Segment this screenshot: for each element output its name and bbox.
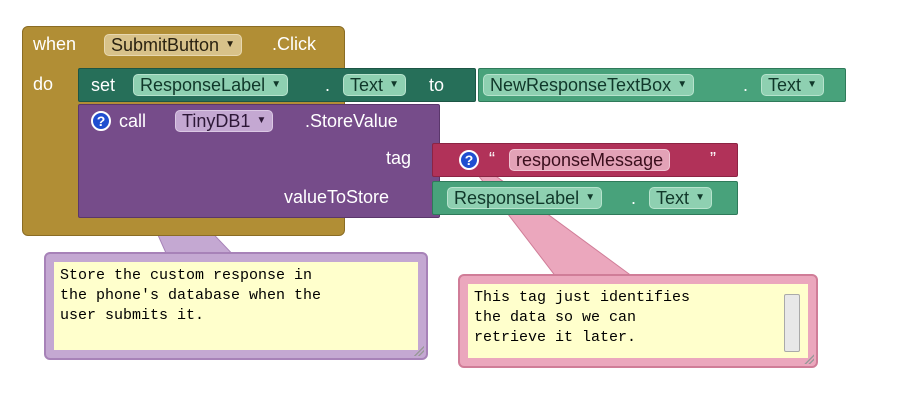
set-property-label: Text — [350, 75, 384, 95]
event-component-dropdown[interactable]: SubmitButton ▼ — [104, 34, 243, 56]
set-component-dropdown[interactable]: ResponseLabel ▼ — [133, 74, 289, 96]
text-block-responsemessage[interactable]: ? “ responseMessage ” — [432, 143, 738, 177]
dropdown-arrow-icon: ▼ — [585, 192, 596, 203]
text-value-label: responseMessage — [516, 150, 664, 170]
call-component-label: TinyDB1 — [182, 111, 251, 131]
param-valuetostore-label: valueToStore — [284, 187, 390, 207]
help-icon[interactable]: ? — [91, 111, 111, 131]
keyword-to: to — [429, 75, 445, 95]
getter1-component-label: NewResponseTextBox — [490, 75, 672, 95]
dropdown-arrow-icon: ▼ — [695, 192, 706, 203]
call-comment-text[interactable]: Store the custom response in the phone's… — [54, 262, 418, 350]
dropdown-arrow-icon: ▼ — [677, 79, 688, 90]
getter1-property-dropdown[interactable]: Text ▼ — [761, 74, 825, 96]
getter2-component-dropdown[interactable]: ResponseLabel ▼ — [447, 187, 603, 209]
dropdown-arrow-icon: ▼ — [271, 79, 282, 90]
set-component-label: ResponseLabel — [140, 75, 266, 95]
getter1-property-label: Text — [768, 75, 802, 95]
keyword-when: when — [33, 34, 77, 54]
getter2-property-dropdown[interactable]: Text ▼ — [649, 187, 713, 209]
set-dot: . — [325, 75, 331, 95]
call-tinydb1-storevalue-block[interactable]: ? call TinyDB1 ▼ .StoreValue tag valueTo… — [78, 104, 440, 218]
tag-comment-connector — [467, 159, 642, 283]
text-value-field[interactable]: responseMessage — [509, 149, 671, 171]
set-responselabel-text-block[interactable]: set ResponseLabel ▼ . Text ▼ to — [78, 68, 476, 102]
getter-responselabel-text[interactable]: ResponseLabel ▼ . Text ▼ — [432, 181, 738, 215]
tag-comment-bubble[interactable]: This tag just identifies the data so we … — [458, 274, 818, 368]
dropdown-arrow-icon: ▼ — [807, 79, 818, 90]
getter1-dot: . — [743, 75, 749, 95]
close-quote: ” — [710, 149, 716, 169]
dropdown-arrow-icon: ▼ — [389, 79, 400, 90]
getter-newresponsetextbox-text[interactable]: NewResponseTextBox ▼ . Text ▼ — [478, 68, 846, 102]
keyword-call: call — [119, 111, 147, 131]
set-property-dropdown[interactable]: Text ▼ — [343, 74, 407, 96]
dropdown-arrow-icon: ▼ — [256, 115, 267, 126]
getter2-dot: . — [631, 188, 637, 208]
dropdown-arrow-icon: ▼ — [225, 39, 236, 50]
comment-scrollbar[interactable] — [784, 294, 800, 352]
keyword-set: set — [91, 75, 116, 95]
call-comment-bubble[interactable]: Store the custom response in the phone's… — [44, 252, 428, 360]
event-component-label: SubmitButton — [111, 35, 220, 55]
resize-grip-icon[interactable] — [804, 354, 814, 364]
call-method-name: .StoreValue — [305, 111, 398, 131]
event-name: .Click — [272, 34, 316, 54]
help-icon[interactable]: ? — [459, 150, 479, 170]
open-quote: “ — [489, 149, 495, 169]
getter2-property-label: Text — [656, 188, 690, 208]
keyword-do: do — [33, 74, 54, 94]
param-tag-label: tag — [386, 148, 412, 168]
getter2-component-label: ResponseLabel — [454, 188, 580, 208]
tag-comment-text[interactable]: This tag just identifies the data so we … — [468, 284, 808, 358]
call-component-dropdown[interactable]: TinyDB1 ▼ — [175, 110, 274, 132]
resize-grip-icon[interactable] — [414, 346, 424, 356]
getter1-component-dropdown[interactable]: NewResponseTextBox ▼ — [483, 74, 695, 96]
